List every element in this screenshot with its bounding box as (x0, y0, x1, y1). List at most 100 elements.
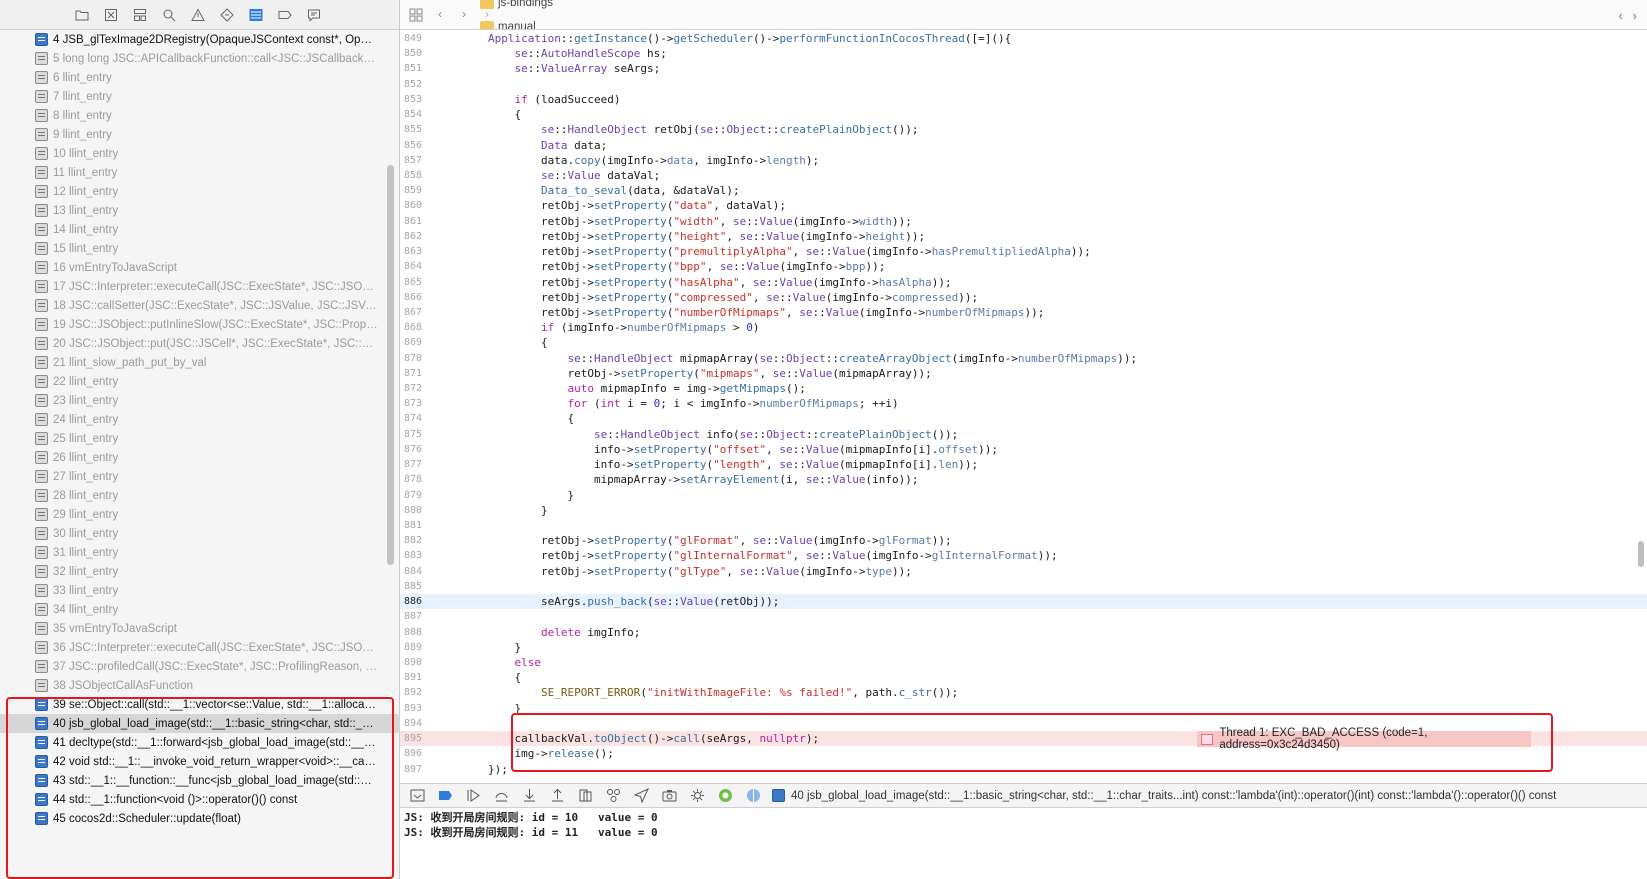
capture-gpu-frame-icon[interactable] (660, 788, 678, 804)
line-number[interactable]: 884 (400, 564, 422, 579)
editor-scrollbar[interactable] (1638, 541, 1644, 567)
stack-frame-row[interactable]: 19 JSC::JSObject::putInlineSlow(JSC::Exe… (0, 315, 400, 334)
next-issue-icon[interactable]: › (1633, 8, 1637, 23)
code-line[interactable]: 882 retObj->setProperty("glFormat", se::… (400, 533, 1647, 548)
code-line[interactable]: 889 } (400, 640, 1647, 655)
stack-frame-row[interactable]: 36 JSC::Interpreter::executeCall(JSC::Ex… (0, 638, 400, 657)
step-into-icon[interactable] (520, 788, 538, 804)
current-frame-selector[interactable]: 40 jsb_global_load_image(std::__1::basic… (772, 789, 1556, 802)
code-line[interactable]: 859 Data_to_seval(data, &dataVal); (400, 183, 1647, 198)
folder-icon[interactable] (75, 8, 89, 22)
stack-frame-row[interactable]: 10 llint_entry (0, 144, 400, 163)
stack-frame-row[interactable]: 24 llint_entry (0, 410, 400, 429)
stack-frame-row[interactable]: 29 llint_entry (0, 505, 400, 524)
line-number[interactable]: 866 (400, 290, 422, 305)
breakpoints-toggle-icon[interactable] (436, 788, 454, 804)
line-number[interactable]: 868 (400, 320, 422, 335)
related-items-icon[interactable] (408, 7, 424, 23)
code-line[interactable]: 850 se::AutoHandleScope hs; (400, 46, 1647, 61)
stack-frame-row[interactable]: 5 long long JSC::APICallbackFunction::ca… (0, 49, 400, 68)
stack-frame-row[interactable]: 22 llint_entry (0, 372, 400, 391)
stack-frame-row[interactable]: 42 void std::__1::__invoke_void_return_w… (0, 752, 400, 771)
breadcrumb-item[interactable]: js-bindings (480, 0, 889, 9)
stack-frame-row[interactable]: 18 JSC::callSetter(JSC::ExecState*, JSC:… (0, 296, 400, 315)
code-line[interactable]: 865 retObj->setProperty("hasAlpha", se::… (400, 275, 1647, 290)
stack-frame-row[interactable]: 8 llint_entry (0, 106, 400, 125)
code-line[interactable]: 881 (400, 518, 1647, 533)
step-out-icon[interactable] (548, 788, 566, 804)
debug-navigator-icon[interactable] (249, 8, 263, 22)
debug-view-hierarchy-icon[interactable] (576, 788, 594, 804)
code-line[interactable]: 891 { (400, 670, 1647, 685)
stack-frame-row[interactable]: 6 llint_entry (0, 68, 400, 87)
code-line[interactable]: 857 data.copy(imgInfo->data, imgInfo->le… (400, 153, 1647, 168)
code-line[interactable]: 892 SE_REPORT_ERROR("initWithImageFile: … (400, 685, 1647, 700)
line-number[interactable]: 872 (400, 381, 422, 396)
code-line[interactable]: 887 (400, 609, 1647, 624)
line-number[interactable]: 863 (400, 244, 422, 259)
code-line[interactable]: 874 { (400, 411, 1647, 426)
line-number[interactable]: 852 (400, 77, 422, 92)
line-number[interactable]: 850 (400, 46, 422, 61)
code-line[interactable]: 852 (400, 77, 1647, 92)
simulate-location-icon[interactable] (632, 788, 650, 804)
step-over-icon[interactable] (492, 788, 510, 804)
stack-frame-row[interactable]: 17 JSC::Interpreter::executeCall(JSC::Ex… (0, 277, 400, 296)
stack-frame-row[interactable]: 23 llint_entry (0, 391, 400, 410)
code-line[interactable]: 873 for (int i = 0; i < imgInfo->numberO… (400, 396, 1647, 411)
code-line[interactable]: 879 } (400, 488, 1647, 503)
line-number[interactable]: 896 (400, 746, 422, 761)
code-area[interactable]: 849 Application::getInstance()->getSched… (400, 31, 1647, 783)
code-line[interactable]: 867 retObj->setProperty("numberOfMipmaps… (400, 305, 1647, 320)
code-line[interactable]: 854 { (400, 107, 1647, 122)
line-number[interactable]: 892 (400, 685, 422, 700)
environment-overrides-icon[interactable] (688, 788, 706, 804)
code-line[interactable]: 856 Data data; (400, 138, 1647, 153)
code-line[interactable]: 880 } (400, 503, 1647, 518)
line-number[interactable]: 891 (400, 670, 422, 685)
line-number[interactable]: 893 (400, 701, 422, 716)
code-line[interactable]: 868 if (imgInfo->numberOfMipmaps > 0) (400, 320, 1647, 335)
error-annotation[interactable]: Thread 1: EXC_BAD_ACCESS (code=1, addres… (1197, 727, 1531, 751)
test-icon[interactable] (220, 7, 234, 22)
stack-frame-row[interactable]: 16 vmEntryToJavaScript (0, 258, 400, 277)
process-icon[interactable] (716, 788, 734, 804)
source-control-icon[interactable] (104, 8, 118, 22)
line-number[interactable]: 870 (400, 351, 422, 366)
line-number[interactable]: 873 (400, 396, 422, 411)
stack-frame-row[interactable]: 34 llint_entry (0, 600, 400, 619)
line-number[interactable]: 851 (400, 61, 422, 76)
code-line[interactable]: 890 else (400, 655, 1647, 670)
stack-frame-row[interactable]: 9 llint_entry (0, 125, 400, 144)
hide-debug-area-icon[interactable] (408, 788, 426, 804)
line-number[interactable]: 894 (400, 716, 422, 731)
line-number[interactable]: 888 (400, 625, 422, 640)
line-number[interactable]: 854 (400, 107, 422, 122)
code-line[interactable]: 871 retObj->setProperty("mipmaps", se::V… (400, 366, 1647, 381)
stack-frame-row[interactable]: 20 JSC::JSObject::put(JSC::JSCell*, JSC:… (0, 334, 400, 353)
stack-frame-row[interactable]: 21 llint_slow_path_put_by_val (0, 353, 400, 372)
line-number[interactable]: 881 (400, 518, 422, 533)
code-line[interactable]: 860 retObj->setProperty("data", dataVal)… (400, 198, 1647, 213)
code-line[interactable]: 875 se::HandleObject info(se::Object::cr… (400, 427, 1647, 442)
stack-frame-row[interactable]: 39 se::Object::call(std::__1::vector<se:… (0, 695, 400, 714)
line-number[interactable]: 885 (400, 579, 422, 594)
code-line[interactable]: 862 retObj->setProperty("height", se::Va… (400, 229, 1647, 244)
stack-frame-row[interactable]: 14 llint_entry (0, 220, 400, 239)
line-number[interactable]: 865 (400, 275, 422, 290)
stack-frame-row[interactable]: 7 llint_entry (0, 87, 400, 106)
line-number[interactable]: 861 (400, 214, 422, 229)
previous-issue-icon[interactable]: ‹ (1618, 8, 1622, 23)
stack-frame-row[interactable]: 30 llint_entry (0, 524, 400, 543)
code-line[interactable]: 858 se::Value dataVal; (400, 168, 1647, 183)
code-line[interactable]: 853 if (loadSucceed) (400, 92, 1647, 107)
code-line[interactable]: 876 info->setProperty("offset", se::Valu… (400, 442, 1647, 457)
memory-graph-icon[interactable] (604, 788, 622, 804)
stack-frame-row[interactable]: 44 std::__1::function<void ()>::operator… (0, 790, 400, 809)
line-number[interactable]: 875 (400, 427, 422, 442)
stack-frame-row[interactable]: 26 llint_entry (0, 448, 400, 467)
code-line[interactable]: 849 Application::getInstance()->getSched… (400, 31, 1647, 46)
stack-frame-row[interactable]: 41 decltype(std::__1::forward<jsb_global… (0, 733, 400, 752)
code-line[interactable]: 861 retObj->setProperty("width", se::Val… (400, 214, 1647, 229)
code-line[interactable]: 897 }); (400, 762, 1647, 777)
